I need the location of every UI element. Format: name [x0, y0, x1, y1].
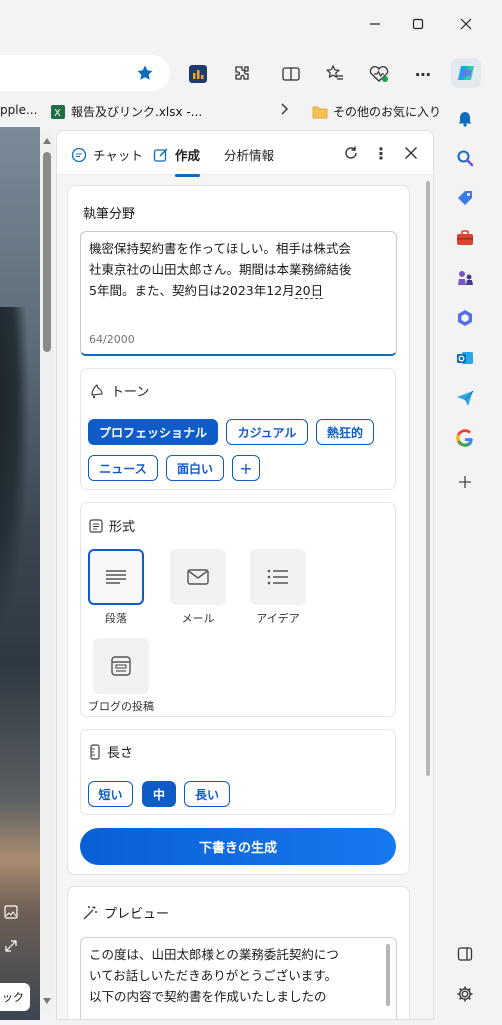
tab-compose[interactable]: 作成 — [153, 145, 201, 177]
image-icon[interactable] — [2, 903, 20, 921]
preview-textbox[interactable]: この度は、山田太郎様との業務委託契約につ いてお話しいただきありがとうございます… — [80, 937, 397, 1019]
compose-icon — [153, 147, 168, 162]
mail-icon — [187, 569, 209, 585]
title-bar — [0, 0, 502, 50]
overlay-button[interactable]: ック — [0, 983, 30, 1011]
generate-draft-button[interactable]: 下書きの生成 — [80, 828, 396, 865]
split-screen-icon[interactable] — [279, 62, 303, 86]
tone-icon — [91, 383, 103, 398]
minimize-icon — [370, 23, 380, 25]
length-section: 長さ 短い 中 長い — [80, 729, 396, 815]
favorites-list-icon[interactable] — [323, 62, 347, 86]
favorite-item-report[interactable]: X 報告及びリンク.xlsx -... — [50, 103, 202, 120]
minimize-button[interactable] — [355, 10, 395, 38]
google-icon[interactable] — [453, 426, 477, 450]
refresh-icon[interactable] — [342, 144, 360, 162]
tone-news-chip[interactable]: ニュース — [88, 455, 158, 481]
length-long-chip[interactable]: 長い — [184, 781, 230, 807]
length-short-chip[interactable]: 短い — [88, 781, 133, 807]
favorite-item-other[interactable]: その他のお気に入り — [312, 103, 441, 120]
length-medium-chip[interactable]: 中 — [142, 781, 176, 807]
compose-textarea[interactable]: 機密保持契約書を作ってほしい。相手は株式会 社東京社の山田太郎さん。期間は本業務… — [80, 231, 397, 356]
tone-professional-chip[interactable]: プロフェッショナル — [88, 419, 218, 445]
length-icon — [90, 743, 100, 760]
expand-icon[interactable] — [2, 937, 20, 955]
tab-insights[interactable]: 分析情報 — [224, 145, 274, 164]
tone-enthusiastic-chip[interactable]: 熱狂的 — [316, 419, 374, 445]
format-paragraph-option[interactable] — [88, 549, 144, 605]
format-blog-option[interactable] — [93, 638, 149, 694]
panel-scrollbar[interactable] — [424, 181, 432, 781]
add-sidebar-app-icon[interactable] — [453, 470, 477, 494]
format-ideas-option[interactable] — [250, 549, 306, 605]
address-bar[interactable] — [0, 55, 170, 91]
edge-sidebar — [444, 50, 502, 1025]
favorites-chevron-icon[interactable] — [280, 103, 290, 115]
tone-section: トーン プロフェッショナル カジュアル 熱狂的 ニュース 面白い + — [80, 368, 396, 490]
tone-casual-chip[interactable]: カジュアル — [226, 419, 308, 445]
panel-tabs: チャット 作成 分析情報 ⋮ — [57, 131, 433, 177]
sidebar-settings-gear-icon[interactable] — [453, 982, 477, 1006]
page-scrollbar[interactable] — [40, 132, 54, 1012]
shopping-tag-icon[interactable] — [453, 186, 477, 210]
char-count: 64/2000 — [89, 333, 135, 346]
search-icon[interactable] — [453, 146, 477, 170]
format-section: 形式 段落 メール アイデア ブログの投稿 — [80, 502, 396, 717]
close-window-button[interactable] — [446, 10, 486, 38]
browser-essentials-icon[interactable] — [367, 62, 391, 86]
tone-funny-chip[interactable]: 面白い — [166, 455, 224, 481]
microsoft365-icon[interactable] — [453, 306, 477, 330]
more-menu-icon[interactable]: ⋯ — [411, 62, 435, 86]
svg-text:X: X — [54, 108, 61, 119]
chat-icon — [71, 147, 87, 162]
blog-icon — [111, 656, 131, 676]
tools-briefcase-icon[interactable] — [453, 226, 477, 250]
notifications-bell-icon[interactable] — [453, 106, 477, 130]
extensions-puzzle-icon[interactable] — [230, 62, 254, 86]
favorite-star-icon[interactable] — [136, 64, 154, 82]
extension-chart-icon[interactable] — [186, 62, 210, 86]
hide-sidebar-icon[interactable] — [453, 942, 477, 966]
preview-scrollbar[interactable] — [386, 944, 390, 1006]
compose-title: 執筆分野 — [83, 207, 136, 222]
maximize-icon — [412, 18, 424, 30]
send-icon[interactable] — [453, 386, 477, 410]
copilot-panel: チャット 作成 分析情報 ⋮ 執筆分野 機密保持契約書を作ってほしい。相手は株式… — [56, 130, 434, 1020]
maximize-button[interactable] — [398, 10, 438, 38]
add-tone-button[interactable]: + — [232, 455, 260, 481]
paragraph-icon — [106, 570, 126, 584]
excel-icon: X — [51, 104, 65, 119]
list-icon — [267, 569, 288, 585]
games-chess-icon[interactable] — [453, 266, 477, 290]
magic-wand-icon — [83, 905, 97, 919]
outlook-icon[interactable] — [453, 346, 477, 370]
folder-icon — [312, 106, 328, 118]
favorite-item-apple[interactable]: pple... — [0, 103, 37, 117]
close-panel-icon[interactable] — [402, 144, 420, 162]
close-icon — [460, 18, 472, 30]
panel-more-icon[interactable]: ⋮ — [372, 144, 390, 163]
format-mail-option[interactable] — [170, 549, 226, 605]
preview-card: プレビュー この度は、山田太郎様との業務委託契約につ いてお話しいただきありがと… — [67, 886, 410, 1019]
format-icon — [89, 518, 103, 533]
tab-chat[interactable]: チャット — [71, 145, 143, 164]
background-page-image — [0, 127, 40, 1020]
